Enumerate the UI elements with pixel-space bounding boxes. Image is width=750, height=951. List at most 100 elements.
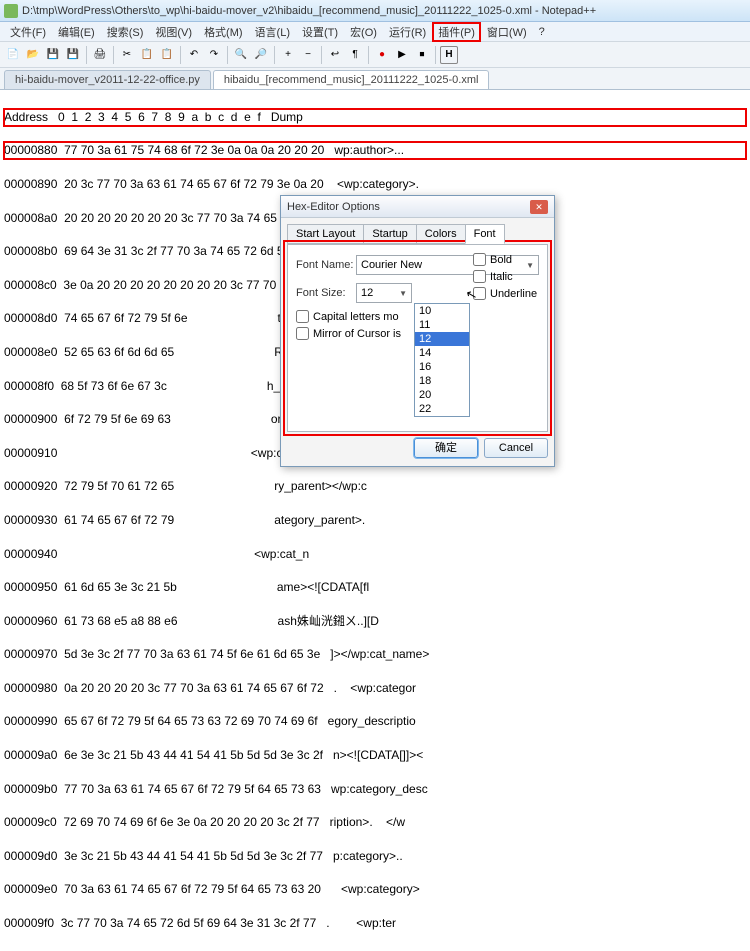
font-name-value: Courier New [361,259,422,271]
redo-icon[interactable]: ↷ [205,46,223,64]
hex-row: 000009b0 77 70 3a 63 61 74 65 67 6f 72 7… [4,781,746,798]
size-option[interactable]: 20 [415,388,469,402]
dialog-tabs: Start Layout Startup Colors Font [281,218,554,244]
separator [321,46,322,64]
zoomin-icon[interactable]: + [279,46,297,64]
mirror-cursor-checkbox[interactable] [296,327,309,340]
font-size-combo[interactable]: 12 ▼ [356,283,412,303]
hex-row: 00000890 20 3c 77 70 3a 63 61 74 65 67 6… [4,176,746,193]
size-option[interactable]: 14 [415,346,469,360]
tab-python-file[interactable]: hi-baidu-mover_v2011-12-22-office.py [4,70,211,89]
hex-row: 000009f0 3c 77 70 3a 74 65 72 6d 5f 69 6… [4,915,746,932]
close-icon[interactable]: ✕ [530,200,548,214]
capital-letters-checkbox[interactable] [296,310,309,323]
hex-row: 00000940 <wp:cat_n [4,546,746,563]
underline-label: Underline [490,288,537,300]
hex-row: 00000970 5d 3e 3c 2f 77 70 3a 63 61 74 5… [4,646,746,663]
copy-icon[interactable]: 📋 [138,46,156,64]
tab-colors[interactable]: Colors [416,224,466,244]
new-icon[interactable]: 📄 [4,46,22,64]
toolbar: 📄 📂 💾 💾 🖨 ✂ 📋 📋 ↶ ↷ 🔍 🔎 + − ↩ ¶ ● ▶ ⏹ H [0,42,750,68]
font-name-label: Font Name: [296,259,356,271]
cut-icon[interactable]: ✂ [118,46,136,64]
size-option[interactable]: 18 [415,374,469,388]
right-checks: Bold Italic Underline [473,253,537,304]
showall-icon[interactable]: ¶ [346,46,364,64]
hex-header-row: Address 0 1 2 3 4 5 6 7 8 9 a b c d e f … [4,109,746,126]
cancel-button[interactable]: Cancel [484,438,548,458]
separator [368,46,369,64]
menu-view[interactable]: 视图(V) [149,24,198,40]
tab-startup[interactable]: Startup [363,224,416,244]
hex-row: 000009d0 3e 3c 21 5b 43 44 41 54 41 5b 5… [4,848,746,865]
bold-checkbox[interactable] [473,253,486,266]
ok-button[interactable]: 确定 [414,438,478,458]
chevron-down-icon: ▼ [399,289,407,298]
separator [274,46,275,64]
size-option-selected[interactable]: 12 [415,332,469,346]
wrap-icon[interactable]: ↩ [326,46,344,64]
hex-row: 000009a0 6e 3e 3c 21 5b 43 44 41 54 41 5… [4,747,746,764]
window-title: D:\tmp\WordPress\Others\to_wp\hi-baidu-m… [22,5,596,17]
play-icon[interactable]: ▶ [393,46,411,64]
tab-font[interactable]: Font [465,224,505,244]
separator [180,46,181,64]
separator [435,46,436,64]
menu-search[interactable]: 搜索(S) [101,24,150,40]
capital-letters-label: Capital letters mo [313,311,399,323]
print-icon[interactable]: 🖨 [91,46,109,64]
menu-run[interactable]: 运行(R) [383,24,432,40]
separator [113,46,114,64]
menu-settings[interactable]: 设置(T) [296,24,344,40]
menu-help[interactable]: ? [533,26,551,38]
left-checks: Capital letters mo Mirror of Cursor is [296,310,401,344]
dialog-title-bar[interactable]: Hex-Editor Options ✕ [281,196,554,218]
menu-format[interactable]: 格式(M) [198,24,249,40]
undo-icon[interactable]: ↶ [185,46,203,64]
save-icon[interactable]: 💾 [44,46,62,64]
find-icon[interactable]: 🔍 [232,46,250,64]
menu-edit[interactable]: 编辑(E) [52,24,101,40]
paste-icon[interactable]: 📋 [158,46,176,64]
stop-icon[interactable]: ⏹ [413,46,431,64]
size-option[interactable]: 11 [415,318,469,332]
menu-file[interactable]: 文件(F) [4,24,52,40]
hex-icon[interactable]: H [440,46,458,64]
separator [86,46,87,64]
bold-label: Bold [490,254,512,266]
size-option[interactable]: 22 [415,402,469,416]
hex-row: 00000960 61 73 68 e5 a8 88 e6 ash姝屾洸鎺ㄨ..… [4,613,746,630]
menu-window[interactable]: 窗口(W) [481,24,533,40]
mirror-cursor-label: Mirror of Cursor is [313,328,401,340]
dialog-title: Hex-Editor Options [287,201,380,213]
hex-row: 00000950 61 6d 65 3e 3c 21 5b ame><![CDA… [4,579,746,596]
dialog-body: Font Name: Courier New ▼ Font Size: 12 ▼… [287,244,548,432]
saveall-icon[interactable]: 💾 [64,46,82,64]
menu-bar[interactable]: 文件(F) 编辑(E) 搜索(S) 视图(V) 格式(M) 语言(L) 设置(T… [0,22,750,42]
font-size-value: 12 [361,287,373,299]
hex-row: 000009c0 72 69 70 74 69 6f 6e 3e 0a 20 2… [4,814,746,831]
hex-row: 00000920 72 79 5f 70 61 72 65 ry_parent>… [4,478,746,495]
hex-row: 00000980 0a 20 20 20 20 3c 77 70 3a 63 6… [4,680,746,697]
font-size-label: Font Size: [296,287,356,299]
menu-macro[interactable]: 宏(O) [344,24,383,40]
underline-checkbox[interactable] [473,287,486,300]
document-tabs: hi-baidu-mover_v2011-12-22-office.py hib… [0,68,750,90]
record-icon[interactable]: ● [373,46,391,64]
replace-icon[interactable]: 🔎 [252,46,270,64]
app-icon [4,4,18,18]
italic-checkbox[interactable] [473,270,486,283]
zoomout-icon[interactable]: − [299,46,317,64]
hex-row: 00000880 77 70 3a 61 75 74 68 6f 72 3e 0… [4,142,746,159]
size-option[interactable]: 10 [415,304,469,318]
font-size-dropdown[interactable]: 10 11 12 14 16 18 20 22 [414,303,470,417]
menu-plugins[interactable]: 插件(P) [432,22,481,42]
italic-label: Italic [490,271,513,283]
tab-start-layout[interactable]: Start Layout [287,224,364,244]
open-icon[interactable]: 📂 [24,46,42,64]
hex-row: 00000930 61 74 65 67 6f 72 79 ategory_pa… [4,512,746,529]
menu-language[interactable]: 语言(L) [249,24,296,40]
size-option[interactable]: 16 [415,360,469,374]
separator [227,46,228,64]
tab-xml-file[interactable]: hibaidu_[recommend_music]_20111222_1025-… [213,70,490,89]
